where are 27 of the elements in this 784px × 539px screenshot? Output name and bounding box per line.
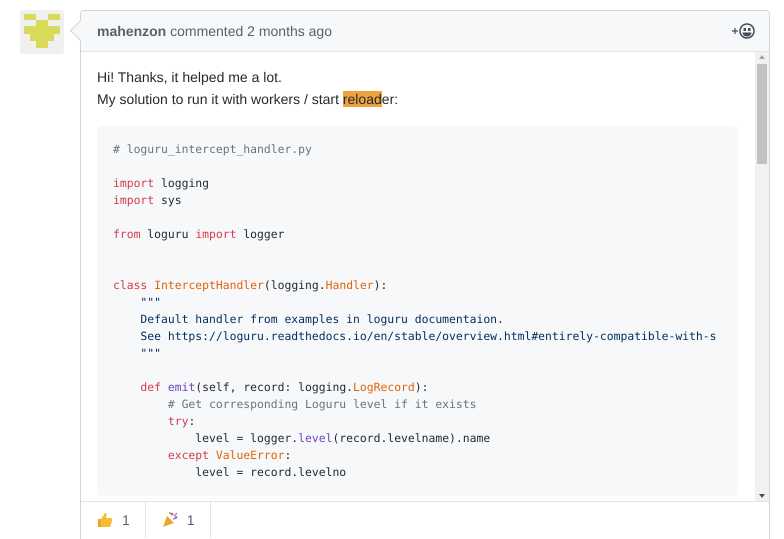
reaction-button[interactable]: 1 [146,502,211,538]
avatar-identicon[interactable] [20,10,64,54]
code-line: class InterceptHandler(logging.Handler): [113,277,388,294]
code-line: import sys [113,192,182,209]
comment-text: Hi! Thanks, it helped me a lot. My solution to run it with workers / start reloader: [97,68,400,109]
scrollbar-thumb[interactable] [757,64,767,164]
code-line: # Get corresponding Loguru level if it exists [166,396,476,413]
code-line: import logging [113,175,210,192]
code-line: def emit(self, record: logging.LogRecord): [139,379,428,396]
code-line: See https://loguru.readthedocs.io/en/stable/overview.html#entirely-compatible-with-s [139,328,716,345]
code-line: """ [139,294,162,311]
code-line: level = logger.level(record.levelname).name [194,430,490,447]
code-line: try: [166,413,196,430]
comment-meta: mahenzon commented 2 months ago [97,23,332,39]
thumbs-up-icon [96,511,114,529]
reaction-button[interactable]: 1 [81,502,146,538]
code-line: from loguru import logger [113,226,284,243]
scrollbar[interactable] [755,52,769,501]
code-line: level = record.levelno [194,464,346,481]
party-popper-icon [160,511,179,529]
code-line: # loguru_intercept_handler.py [113,141,312,158]
code-line: Default handler from examples in loguru documentaion. [139,311,504,328]
add-reaction-button[interactable] [731,22,755,40]
add-smiley-icon [731,22,755,40]
code-line: """ [139,345,162,362]
code-line: except ValueError: [166,447,292,464]
identicon-icon [20,10,64,54]
